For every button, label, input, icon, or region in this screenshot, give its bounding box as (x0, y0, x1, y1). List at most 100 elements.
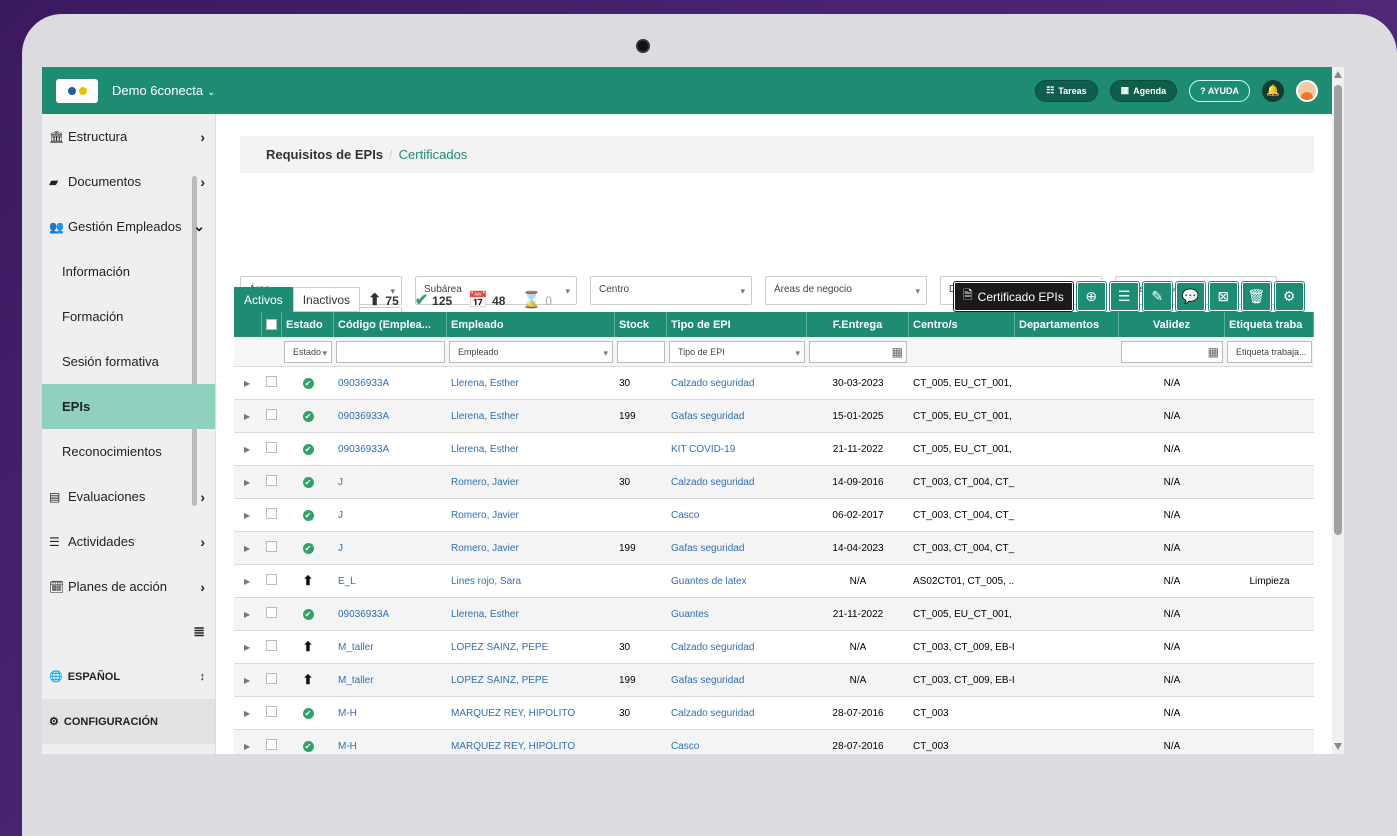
row-checkbox[interactable] (266, 475, 277, 486)
codigo-cell[interactable]: M_taller (334, 675, 447, 686)
agenda-button[interactable]: ▦ Agenda (1109, 79, 1178, 102)
tipo-epi-cell[interactable]: Casco (667, 510, 807, 521)
sidebar-item-epis[interactable]: EPIs (42, 384, 215, 429)
col-stock[interactable]: Stock (615, 312, 667, 337)
table-row[interactable]: ▶ ⬆ M_taller LOPEZ SAINZ, PEPE 199 Gafas segu… (234, 664, 1314, 697)
table-row[interactable]: ▶ ✔ M-H MARQUEZ REY, HIPOLITO 30 Calzado segu… (234, 697, 1314, 730)
scroll-thumb[interactable] (1334, 85, 1342, 535)
fentrega-filter[interactable] (809, 340, 907, 363)
empleado-cell[interactable]: Lines rojo, Sara (447, 576, 615, 587)
breadcrumb-section[interactable]: Requisitos de EPIs (266, 147, 383, 162)
table-row[interactable]: ▶ ✔ J Romero, Javier 30 Calzado seguridad 14-0… (234, 466, 1314, 499)
col-departamentos[interactable]: Departamentos (1015, 312, 1119, 337)
configuration-button[interactable]: ⚙ CONFIGURACIÓN (42, 699, 215, 744)
row-checkbox[interactable] (266, 442, 277, 453)
empleado-cell[interactable]: Llerena, Esther (447, 378, 615, 389)
language-selector[interactable]: 🌐 ESPAÑOL ↕ (42, 654, 215, 699)
stock-filter[interactable] (617, 340, 665, 363)
sidebar-item-estructura[interactable]: 🏛 Estructura › (42, 114, 215, 159)
row-checkbox[interactable] (266, 706, 277, 717)
tipo-epi-cell[interactable]: Calzado seguridad (667, 477, 807, 488)
codigo-cell[interactable]: M_taller (334, 642, 447, 653)
scroll-up-arrow[interactable] (1334, 71, 1342, 78)
codigo-cell[interactable]: M-H (334, 741, 447, 752)
expand-row-icon[interactable]: ▶ (244, 709, 250, 718)
table-row[interactable]: ▶ ✔ 09036933A Llerena, Esther Guantes 21-11-2… (234, 598, 1314, 631)
tipo-epi-cell[interactable]: Gafas seguridad (667, 543, 807, 554)
col-etiqueta[interactable]: Etiqueta traba (1225, 312, 1314, 337)
filter-areas-de-negocio[interactable]: Áreas de negocio (765, 276, 927, 305)
sidebar-item-documentos[interactable]: ▰ Documentos › (42, 159, 215, 204)
expand-row-icon[interactable]: ▶ (244, 742, 250, 751)
sidebar-item-reconocimientos[interactable]: Reconocimientos (42, 429, 215, 474)
row-checkbox[interactable] (266, 409, 277, 420)
expand-row-icon[interactable]: ▶ (244, 412, 250, 421)
validez-filter[interactable] (1121, 340, 1223, 363)
empleado-cell[interactable]: Romero, Javier (447, 477, 615, 488)
empleado-cell[interactable]: LOPEZ SAINZ, PEPE (447, 675, 615, 686)
col-estado[interactable]: Estado (282, 312, 334, 337)
tab-inactivos[interactable]: Inactivos (292, 287, 361, 312)
sidebar-collapse[interactable]: ≣ (42, 609, 215, 654)
col-validez[interactable]: Validez (1119, 312, 1225, 337)
table-row[interactable]: ▶ ✔ M-H MARQUEZ REY, HIPOLITO Casco 28-07-201… (234, 730, 1314, 754)
codigo-cell[interactable]: J (334, 510, 447, 521)
delete-button[interactable]: 🗑 (1240, 281, 1272, 312)
row-checkbox[interactable] (266, 673, 277, 684)
codigo-cell[interactable]: J (334, 477, 447, 488)
expand-row-icon[interactable]: ▶ (244, 610, 250, 619)
table-row[interactable]: ▶ ✔ J Romero, Javier Casco 06-02-2017 CT_003, … (234, 499, 1314, 532)
etiqueta-filter[interactable]: Etiqueta trabaja... (1227, 340, 1312, 363)
row-checkbox[interactable] (266, 640, 277, 651)
empleado-cell[interactable]: Llerena, Esther (447, 609, 615, 620)
tipo-epi-cell[interactable]: Calzado seguridad (667, 378, 807, 389)
tipo-epi-cell[interactable]: Guantes de latex (667, 576, 807, 587)
table-row[interactable]: ▶ ✔ 09036933A Llerena, Esther 199 Gafas segur… (234, 400, 1314, 433)
expand-row-icon[interactable]: ▶ (244, 643, 250, 652)
help-button[interactable]: ? AYUDA (1189, 79, 1250, 102)
empleado-cell[interactable]: MARQUEZ REY, HIPOLITO (447, 741, 615, 752)
certificado-epis-button[interactable]: 🗎 Certificado EPIs (953, 281, 1074, 312)
table-row[interactable]: ▶ ✔ 09036933A Llerena, Esther 30 Calzado segu… (234, 367, 1314, 400)
tipo-epi-cell[interactable]: Gafas seguridad (667, 675, 807, 686)
row-checkbox[interactable] (266, 508, 277, 519)
bell-icon[interactable]: 🔔 (1262, 79, 1284, 102)
tipo-epi-cell[interactable]: Calzado seguridad (667, 708, 807, 719)
expand-row-icon[interactable]: ▶ (244, 379, 250, 388)
expand-row-icon[interactable]: ▶ (244, 445, 250, 454)
col-tipo-epi[interactable]: Tipo de EPI (667, 312, 807, 337)
tipo-epi-cell[interactable]: Gafas seguridad (667, 411, 807, 422)
expand-row-icon[interactable]: ▶ (244, 577, 250, 586)
empleado-cell[interactable]: Llerena, Esther (447, 444, 615, 455)
company-selector[interactable]: Demo 6conecta ⌄ (112, 83, 215, 98)
sidebar-item-evaluaciones[interactable]: ▤ Evaluaciones › (42, 474, 215, 519)
select-all-checkbox[interactable] (266, 319, 277, 330)
edit-button[interactable]: ✎ (1141, 281, 1173, 312)
estado-filter[interactable]: Estado (284, 340, 332, 363)
table-row[interactable]: ▶ ⬆ M_taller LOPEZ SAINZ, PEPE 30 Calzado seg… (234, 631, 1314, 664)
row-checkbox[interactable] (266, 739, 277, 750)
row-checkbox[interactable] (266, 376, 277, 387)
empleado-cell[interactable]: Romero, Javier (447, 543, 615, 554)
sidebar-item-sesion-formativa[interactable]: Sesión formativa (42, 339, 215, 384)
sidebar-item-planes-de-accion[interactable]: 🗓 Planes de acción › (42, 564, 215, 609)
tipo-epi-filter[interactable]: Tipo de EPI (669, 340, 805, 363)
empleado-cell[interactable]: Llerena, Esther (447, 411, 615, 422)
empleado-cell[interactable]: Romero, Javier (447, 510, 615, 521)
empleado-cell[interactable]: LOPEZ SAINZ, PEPE (447, 642, 615, 653)
tipo-epi-cell[interactable]: Guantes (667, 609, 807, 620)
settings-button[interactable]: ⚙ (1273, 281, 1305, 312)
row-checkbox[interactable] (266, 574, 277, 585)
sidebar-item-formacion[interactable]: Formación (42, 294, 215, 339)
col-centros[interactable]: Centro/s (909, 312, 1015, 337)
avatar[interactable] (1296, 79, 1318, 102)
scroll-down-arrow[interactable] (1334, 743, 1342, 750)
codigo-cell[interactable]: 09036933A (334, 609, 447, 620)
table-row[interactable]: ▶ ✔ J Romero, Javier 199 Gafas seguridad 14-04… (234, 532, 1314, 565)
collapse-sidebar-icon[interactable]: ≣ (193, 623, 205, 640)
row-checkbox[interactable] (266, 541, 277, 552)
codigo-cell[interactable]: J (334, 543, 447, 554)
expand-row-icon[interactable]: ▶ (244, 511, 250, 520)
codigo-filter[interactable] (336, 340, 445, 363)
expand-row-icon[interactable]: ▶ (244, 676, 250, 685)
